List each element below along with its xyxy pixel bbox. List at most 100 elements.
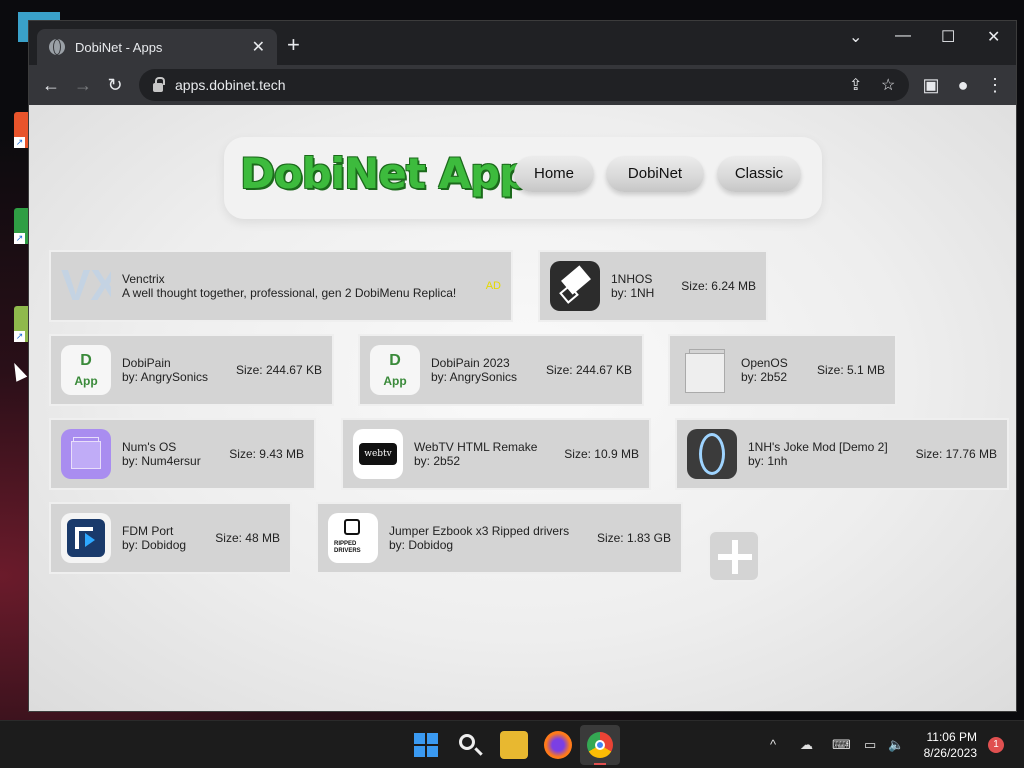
tab-search-icon[interactable]: ⌄ — [849, 27, 862, 47]
app-info: 1NH's Joke Mod [Demo 2] by: 1nh — [748, 440, 888, 468]
keyboard-icon[interactable]: ⌨ — [832, 737, 851, 753]
site-header: DobiNet Apps Home DobiNet Classic — [224, 137, 822, 219]
app-author: by: 2b52 — [414, 454, 461, 468]
bookmark-star-icon[interactable]: ☆ — [881, 75, 895, 95]
purple-window-icon — [61, 429, 111, 479]
new-tab-button[interactable]: + — [287, 33, 300, 57]
network-icon[interactable]: ▭ — [864, 737, 876, 753]
add-app-button[interactable] — [708, 530, 760, 582]
app-info: WebTV HTML Remake by: 2b52 — [414, 440, 537, 468]
app-author: by: 2b52 — [741, 370, 788, 384]
nav-dobinet-button[interactable]: DobiNet — [606, 156, 704, 192]
onedrive-icon[interactable]: ☁ — [800, 737, 813, 753]
app-size: Size: 244.67 KB — [235, 363, 322, 377]
firefox-icon[interactable] — [544, 731, 572, 759]
app-card-jumper-drivers[interactable]: RIPPED DRIVERS Jumper Ezbook x3 Ripped d… — [316, 502, 683, 574]
app-info: DobiPain 2023 by: AngrySonics — [431, 356, 517, 384]
maximize-button[interactable]: ☐ — [941, 27, 955, 47]
app-name: 1NH's Joke Mod [Demo 2] — [748, 440, 888, 454]
notification-badge[interactable]: 1 — [988, 737, 1004, 753]
profile-icon[interactable]: ● — [951, 73, 975, 97]
app-size: Size: 48 MB — [215, 531, 280, 545]
featured-app-card[interactable]: VX Venctrix A well thought together, pro… — [49, 250, 513, 322]
app-card-webtv[interactable]: webtv WebTV HTML Remake by: 2b52 Size: 1… — [341, 418, 651, 490]
volume-icon[interactable]: 🔈 — [888, 737, 904, 753]
tab-dobinet-apps[interactable]: DobiNet - Apps ✕ — [37, 29, 277, 65]
app-size: Size: 1.83 GB — [596, 531, 671, 545]
app-size: Size: 6.24 MB — [681, 279, 756, 293]
portal-icon — [687, 429, 737, 479]
dobipain-icon: D App — [61, 345, 111, 395]
app-name: FDM Port — [122, 524, 174, 538]
show-hidden-icons-icon[interactable]: ^ — [770, 737, 776, 752]
app-author: by: Dobidog — [122, 538, 187, 552]
app-name: Venctrix — [122, 272, 165, 286]
forward-button[interactable]: → — [71, 73, 95, 97]
address-bar[interactable]: apps.dobinet.tech ⇪ ☆ — [139, 69, 909, 101]
app-description: A well thought together, professional, g… — [122, 286, 457, 300]
app-card-fdm-port[interactable]: FDM Port by: Dobidog Size: 48 MB — [49, 502, 292, 574]
app-info: 1NHOS by: 1NH — [611, 272, 654, 300]
ad-badge: AD — [485, 280, 501, 292]
app-card-nums-os[interactable]: Num's OS by: Num4ersur Size: 9.43 MB — [49, 418, 316, 490]
tab-title: DobiNet - Apps — [75, 39, 163, 55]
app-size: Size: 10.9 MB — [564, 447, 639, 461]
shortcut-arrow-icon: ↗ — [14, 233, 25, 244]
title-bar: DobiNet - Apps ✕ + ⌄ — ☐ ✕ — [29, 21, 1016, 65]
site-logo[interactable]: DobiNet Apps — [240, 149, 553, 198]
app-card-dobipain-2023[interactable]: D App DobiPain 2023 by: AngrySonics Size… — [358, 334, 644, 406]
url-text: apps.dobinet.tech — [175, 77, 286, 93]
fdm-icon — [61, 513, 111, 563]
close-tab-icon[interactable]: ✕ — [252, 37, 265, 57]
search-icon[interactable] — [456, 731, 484, 759]
app-name: 1NHOS — [611, 272, 653, 286]
app-name: DobiPain 2023 — [431, 356, 510, 370]
app-size: Size: 244.67 KB — [545, 363, 632, 377]
nav-home-button[interactable]: Home — [514, 156, 594, 192]
reload-button[interactable]: ↻ — [103, 73, 127, 97]
shortcut-arrow-icon: ↗ — [14, 331, 25, 342]
side-panel-icon[interactable]: ▣ — [919, 73, 943, 97]
app-name: OpenOS — [741, 356, 788, 370]
chrome-icon[interactable] — [580, 725, 620, 765]
eraser-icon — [550, 261, 600, 311]
app-info: FDM Port by: Dobidog — [122, 524, 186, 552]
venctrix-icon: VX — [61, 261, 111, 310]
nav-classic-button[interactable]: Classic — [717, 156, 801, 192]
start-icon[interactable] — [412, 731, 440, 759]
app-card-joke-mod[interactable]: 1NH's Joke Mod [Demo 2] by: 1nh Size: 17… — [675, 418, 1009, 490]
close-window-button[interactable]: ✕ — [987, 27, 1000, 47]
app-info: Jumper Ezbook x3 Ripped drivers by: Dobi… — [389, 524, 569, 552]
back-button[interactable]: ← — [39, 73, 63, 97]
taskbar: ^ ☁ ⌨ ▭ 🔈 11:06 PM 8/26/2023 1 — [0, 720, 1024, 768]
file-explorer-icon[interactable] — [500, 731, 528, 759]
minimize-button[interactable]: — — [895, 27, 911, 45]
share-icon[interactable]: ⇪ — [849, 75, 862, 95]
app-info: DobiPain by: AngrySonics — [122, 356, 208, 384]
app-name: Jumper Ezbook x3 Ripped drivers — [389, 524, 570, 538]
app-card-1nhos[interactable]: 1NHOS by: 1NH Size: 6.24 MB — [538, 250, 768, 322]
lock-icon[interactable] — [153, 76, 165, 92]
app-author: by: 1nh — [748, 454, 788, 468]
app-author: by: AngrySonics — [122, 370, 209, 384]
app-card-openos[interactable]: OpenOS by: 2b52 Size: 5.1 MB — [668, 334, 897, 406]
app-author: by: AngrySonics — [431, 370, 518, 384]
app-size: Size: 5.1 MB — [816, 363, 885, 377]
app-info: Venctrix A well thought together, profes… — [122, 272, 456, 300]
app-name: Num's OS — [122, 440, 177, 454]
clock[interactable]: 11:06 PM 8/26/2023 — [924, 729, 977, 761]
app-card-dobipain[interactable]: D App DobiPain by: AngrySonics Size: 244… — [49, 334, 334, 406]
menu-icon[interactable]: ⋮ — [983, 73, 1007, 97]
clock-date: 8/26/2023 — [923, 746, 977, 760]
browser-toolbar: ← → ↻ apps.dobinet.tech ⇪ ☆ ▣ ● ⋮ — [29, 65, 1016, 105]
window-icon — [680, 345, 730, 395]
webtv-icon: webtv — [353, 429, 403, 479]
shortcut-arrow-icon: ↗ — [14, 137, 25, 148]
app-size: Size: 17.76 MB — [915, 447, 997, 461]
app-name: DobiPain — [122, 356, 171, 370]
app-name: WebTV HTML Remake — [414, 440, 538, 454]
app-info: OpenOS by: 2b52 — [741, 356, 788, 384]
clock-time: 11:06 PM — [926, 730, 977, 744]
dobipain-icon: D App — [370, 345, 420, 395]
app-author: by: 1NH — [611, 286, 655, 300]
